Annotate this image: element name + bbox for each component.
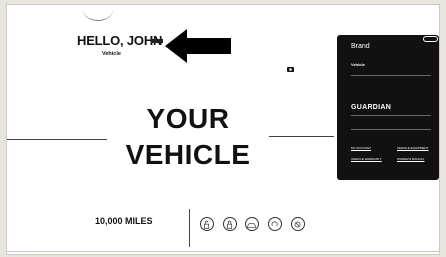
greeting-badge: [151, 39, 163, 43]
unlock-button[interactable]: [200, 217, 214, 231]
commands-divider: [189, 209, 190, 247]
horn-button[interactable]: [268, 217, 282, 231]
vehicle-warranty-link[interactable]: VEHICLE WARRANTY: [351, 157, 382, 161]
panel-divider: [351, 75, 431, 76]
bottom-divider: [7, 251, 441, 252]
panel-close-button[interactable]: [423, 36, 438, 42]
panel-divider: [351, 129, 431, 130]
cancel-button[interactable]: [291, 217, 305, 231]
owners-manual-link[interactable]: OWNER'S MANUAL: [397, 157, 424, 161]
page-frame: HELLO, JOHN Vehicle YOUR VEHICLE Brand V…: [6, 4, 441, 255]
brand-panel: Brand Vehicle GUARDIAN MY ACCOUNT VEHICL…: [337, 35, 439, 180]
camera-icon[interactable]: [287, 66, 294, 72]
unlock-icon: [204, 220, 210, 229]
hero-line-2: VEHICLE: [125, 139, 251, 170]
my-account-link[interactable]: MY ACCOUNT: [351, 146, 371, 150]
top-decorative-arc: [83, 0, 113, 21]
left-arrow-icon: [165, 29, 231, 63]
hero-title: YOUR VEHICLE: [107, 101, 269, 173]
lock-icon: [227, 220, 233, 229]
panel-title: Brand: [351, 43, 370, 50]
cancel-icon: [294, 221, 301, 228]
hero-divider-left: [7, 139, 107, 140]
remote-start-button[interactable]: [245, 217, 259, 231]
vehicle-link[interactable]: Vehicle: [102, 51, 121, 57]
vehicle-equipment-link[interactable]: VEHICLE EQUIPMENT: [397, 146, 429, 150]
hero-divider-right: [269, 136, 334, 137]
lock-button[interactable]: [223, 217, 237, 231]
maintenance-value: 10,000 MILES: [95, 216, 153, 226]
panel-vehicle: Vehicle: [351, 62, 365, 67]
panel-divider: [351, 115, 431, 116]
hero-line-1: YOUR: [146, 103, 230, 134]
car-icon: [247, 222, 256, 228]
horn-icon: [271, 221, 278, 227]
greeting-title: HELLO, JOHN: [77, 33, 163, 48]
guardian-logo: GUARDIAN: [351, 104, 392, 111]
